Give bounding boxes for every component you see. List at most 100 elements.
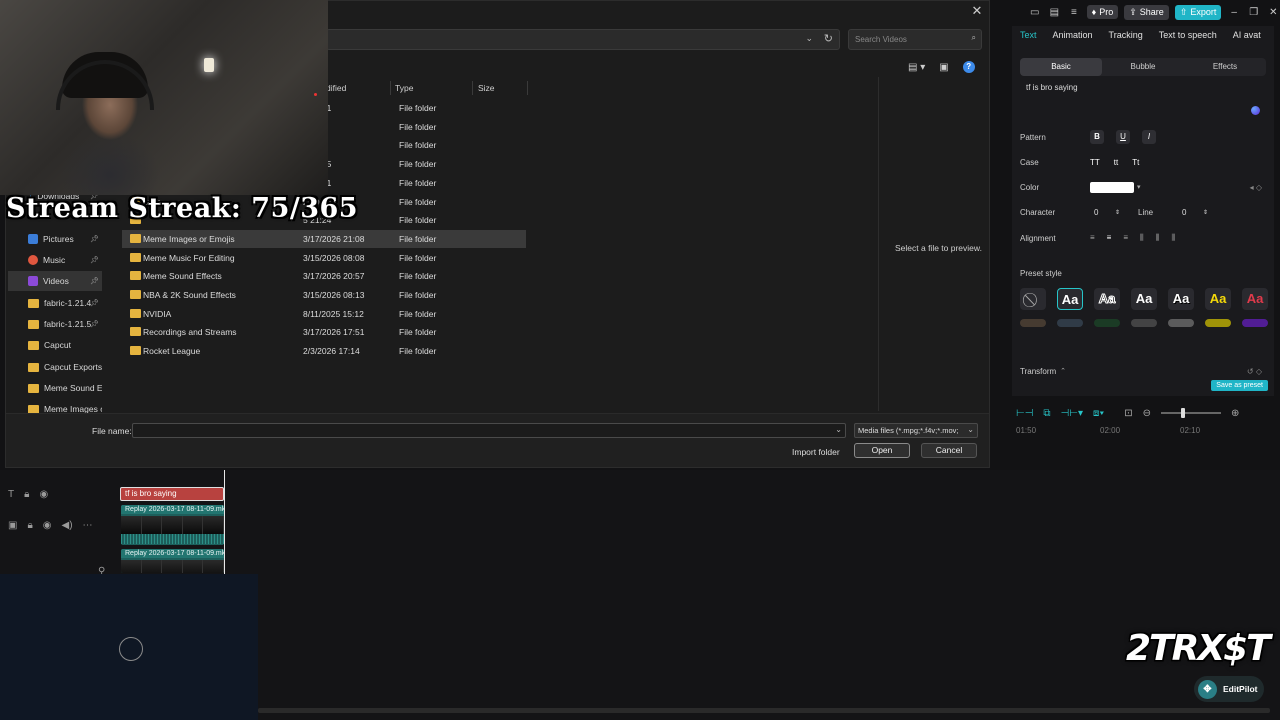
file-type-select[interactable]: Media files (*.mpg;*.f4v;*.mov; ⌄: [854, 423, 978, 438]
horizontal-scrollbar[interactable]: [258, 708, 1270, 713]
save-as-preset-button[interactable]: Save as preset: [1211, 380, 1268, 391]
zoom-out-icon[interactable]: ⊖: [1143, 408, 1151, 419]
align-top-icon[interactable]: ⫼: [1140, 233, 1144, 243]
preset-style[interactable]: Aa: [1205, 288, 1231, 310]
snap-icon[interactable]: ⊣⊢▾: [1061, 408, 1083, 419]
text-clip[interactable]: tf is bro saying: [120, 487, 224, 501]
file-row[interactable]: Meme Images or Emojis 3/17/2026 21:08 File…: [122, 229, 526, 248]
titlecase-button[interactable]: Tt: [1132, 158, 1139, 167]
video-clip[interactable]: Replay 2026-03-17 08-11-09.mk: [121, 505, 224, 545]
align-bottom-icon[interactable]: ⫼: [1171, 233, 1175, 243]
underline-button[interactable]: U: [1116, 130, 1130, 144]
tab-tracking[interactable]: Tracking: [1109, 30, 1143, 40]
nav-item-folder[interactable]: fabric-1.21.5 📌︎: [8, 314, 102, 334]
video-clip[interactable]: Replay 2026-03-17 08-11-09.mk: [121, 549, 224, 573]
chevron-down-icon[interactable]: ⌄: [835, 425, 842, 434]
keyframe-icon[interactable]: ◂ ◇: [1250, 183, 1262, 192]
editpilot-button[interactable]: ✥ EditPilot: [1194, 676, 1264, 702]
italic-button[interactable]: I: [1142, 130, 1156, 144]
search-input[interactable]: Search Videos ⌕: [848, 29, 982, 50]
pro-badge[interactable]: ♦ Pro: [1086, 5, 1119, 19]
nav-item-folder[interactable]: Meme Sound Ef: [8, 378, 102, 398]
zoom-in-icon[interactable]: ⊕: [1231, 408, 1239, 419]
align-middle-icon[interactable]: ⫼: [1156, 233, 1160, 243]
preset-style[interactable]: [1020, 319, 1046, 327]
column-date-modified[interactable]: dified: [326, 83, 346, 93]
no-style-icon[interactable]: ⃠: [1020, 288, 1046, 310]
caption-icon[interactable]: ⊡: [1124, 408, 1132, 419]
file-row[interactable]: NVIDIA 8/11/2025 15:12 File folder: [122, 305, 526, 323]
preset-style[interactable]: Aa: [1057, 288, 1083, 310]
column-divider[interactable]: [390, 81, 391, 95]
lock-icon[interactable]: 🔒︎: [24, 489, 29, 500]
preset-style[interactable]: [1242, 319, 1268, 327]
file-row[interactable]: Meme Music For Editing 3/15/2026 08:08 Fil…: [122, 249, 526, 267]
text-content-input[interactable]: tf is bro saying: [1020, 80, 1266, 120]
preset-style[interactable]: [1094, 319, 1120, 327]
maximize-icon[interactable]: ❐: [1247, 7, 1261, 18]
bold-button[interactable]: B: [1090, 130, 1104, 144]
preset-style[interactable]: [1168, 319, 1194, 327]
nav-item-folder[interactable]: Capcut Exports: [8, 357, 102, 377]
help-icon[interactable]: ?: [962, 61, 975, 73]
tab-animation[interactable]: Animation: [1053, 30, 1093, 40]
nav-item-music[interactable]: Music 📌︎: [8, 250, 102, 270]
address-bar[interactable]: ⌄ ↻: [326, 29, 840, 50]
file-name-input[interactable]: ⌄: [132, 423, 846, 438]
column-type[interactable]: Type: [395, 83, 413, 93]
link-icon[interactable]: ⧉: [1043, 408, 1050, 419]
view-mode-icon[interactable]: ▤ ▾: [908, 62, 925, 73]
lowercase-button[interactable]: tt: [1114, 158, 1118, 167]
file-row[interactable]: NBA & 2K Sound Effects 3/15/2026 08:13 Fil…: [122, 286, 526, 304]
file-row[interactable]: Rocket League 2/3/2026 17:14 File folder: [122, 342, 526, 360]
minimize-icon[interactable]: –: [1227, 7, 1241, 18]
column-divider[interactable]: [472, 81, 473, 95]
subtab-effects[interactable]: Effects: [1184, 58, 1266, 76]
tab-text-to-speech[interactable]: Text to speech: [1159, 30, 1217, 40]
nav-item-folder[interactable]: Capcut: [8, 335, 102, 355]
preset-style[interactable]: Aa: [1131, 288, 1157, 310]
split-icon[interactable]: ⊢⊣: [1016, 408, 1033, 419]
more-icon[interactable]: ⋯: [83, 520, 93, 531]
transform-row[interactable]: Transform ⌃ ↺ ◇: [1020, 364, 1266, 378]
subtab-bubble[interactable]: Bubble: [1102, 58, 1184, 76]
audio-icon[interactable]: ◀): [62, 520, 73, 531]
nav-item-videos[interactable]: Videos 📌︎: [8, 271, 102, 291]
preset-style[interactable]: [1131, 319, 1157, 327]
file-row[interactable]: Meme Sound Effects 3/17/2026 20:57 File fo…: [122, 267, 526, 285]
align-center-icon[interactable]: ≡: [1107, 233, 1112, 243]
close-window-icon[interactable]: ✕: [1266, 7, 1280, 18]
color-swatch[interactable]: [1090, 181, 1134, 193]
menu-icon[interactable]: ≡: [1067, 7, 1081, 18]
layout-icon[interactable]: ▭: [1028, 7, 1042, 18]
uppercase-button[interactable]: TT: [1090, 158, 1100, 167]
ai-writer-icon[interactable]: [1251, 106, 1260, 115]
lock-icon[interactable]: 🔒︎: [27, 520, 32, 531]
file-row[interactable]: Recordings and Streams 3/17/2026 17:51 Fil…: [122, 323, 526, 341]
chevron-down-icon[interactable]: ⌄: [805, 33, 813, 44]
nav-item-folder[interactable]: fabric-1.21.4 📌︎: [8, 293, 102, 313]
subtab-basic[interactable]: Basic: [1020, 58, 1102, 76]
zoom-slider[interactable]: [1161, 408, 1222, 418]
tab-text[interactable]: Text: [1020, 30, 1037, 40]
preset-style[interactable]: [1057, 319, 1083, 327]
export-button[interactable]: ⇧ Export: [1174, 4, 1222, 20]
share-button[interactable]: ⇪ Share: [1124, 4, 1169, 20]
refresh-icon[interactable]: ↻: [824, 32, 833, 45]
open-button[interactable]: Open: [854, 443, 910, 458]
layout-icon-2[interactable]: ▤: [1048, 7, 1062, 18]
playhead[interactable]: [224, 470, 225, 580]
line-spacing-input[interactable]: 0 ⇕: [1178, 206, 1212, 218]
cancel-button[interactable]: Cancel: [921, 443, 977, 458]
close-icon[interactable]: ✕: [969, 3, 985, 19]
preview-pane-icon[interactable]: ▣: [939, 62, 948, 73]
import-folder-button[interactable]: Import folder: [792, 447, 840, 457]
preset-style[interactable]: Aa: [1242, 288, 1268, 310]
preset-style[interactable]: [1205, 319, 1231, 327]
align-left-icon[interactable]: ≡: [1090, 233, 1095, 243]
align-right-icon[interactable]: ≡: [1123, 233, 1128, 243]
reset-icon[interactable]: ↺ ◇: [1247, 367, 1262, 376]
column-size[interactable]: Size: [478, 83, 495, 93]
nav-item-pictures[interactable]: Pictures 📌︎: [8, 229, 102, 249]
tab-ai-avatar[interactable]: AI avat: [1233, 30, 1261, 40]
